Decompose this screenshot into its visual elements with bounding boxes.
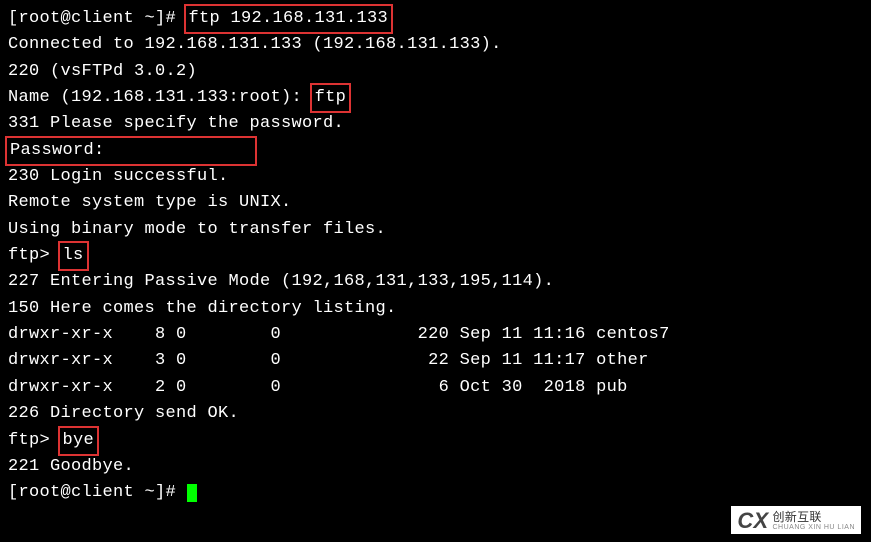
terminal-line: [root@client ~]# [8,480,863,506]
terminal-line: 150 Here comes the directory listing. [8,296,863,322]
watermark-logo-icon: CX [737,510,768,532]
terminal-line: 230 Login successful. [8,164,863,190]
terminal-line: 226 Directory send OK. [8,401,863,427]
terminal-line: [root@client ~]# ftp 192.168.131.133 [8,6,863,32]
terminal-line: ftp> ls [8,243,863,269]
password-prompt: Password: [5,136,257,166]
cursor-icon [187,484,197,502]
dir-listing-row: drwxr-xr-x 3 0 0 22 Sep 11 11:17 other [8,348,863,374]
command-ftp: ftp 192.168.131.133 [184,4,394,34]
watermark: CX 创新互联 CHUANG XIN HU LIAN [731,506,861,534]
shell-prompt: [root@client ~]# [8,9,187,28]
terminal-line: 220 (vsFTPd 3.0.2) [8,59,863,85]
watermark-cn: 创新互联 [772,511,855,524]
watermark-text: 创新互联 CHUANG XIN HU LIAN [772,511,855,532]
terminal-line: 331 Please specify the password. [8,111,863,137]
shell-prompt: [root@client ~]# [8,483,187,502]
name-prompt: Name (192.168.131.133:root): [8,88,313,107]
terminal-line: Using binary mode to transfer files. [8,217,863,243]
terminal-line: Connected to 192.168.131.133 (192.168.13… [8,32,863,58]
ftp-prompt: ftp> [8,246,61,265]
terminal-line: 227 Entering Passive Mode (192,168,131,1… [8,269,863,295]
dir-listing-row: drwxr-xr-x 8 0 0 220 Sep 11 11:16 centos… [8,322,863,348]
ftp-prompt: ftp> [8,431,61,450]
command-bye: bye [58,426,100,456]
terminal-line: 221 Goodbye. [8,454,863,480]
terminal-line: ftp> bye [8,428,863,454]
terminal-line: Name (192.168.131.133:root): ftp [8,85,863,111]
ftp-username-input: ftp [310,83,352,113]
watermark-pinyin: CHUANG XIN HU LIAN [772,524,855,532]
dir-listing-row: drwxr-xr-x 2 0 0 6 Oct 30 2018 pub [8,375,863,401]
command-ls: ls [58,241,89,271]
terminal-line: Password: [8,138,863,164]
terminal-line: Remote system type is UNIX. [8,190,863,216]
